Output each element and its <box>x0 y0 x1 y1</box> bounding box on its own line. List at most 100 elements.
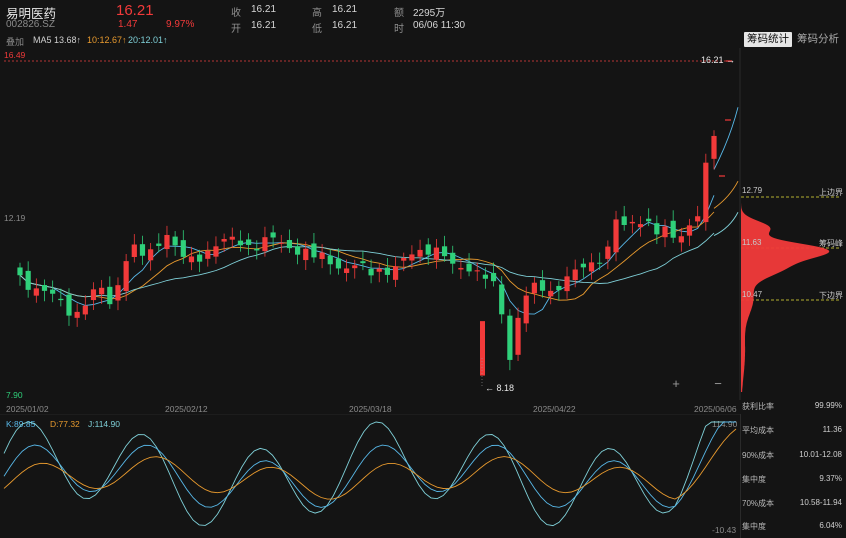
close-value: 16.21 <box>251 4 277 15</box>
open-label: 开 <box>231 24 241 35</box>
stat-value: 10.01-12.08 <box>799 450 842 459</box>
overlay-button[interactable]: 叠加 <box>6 35 24 48</box>
chip-upper-value: 12.79 <box>742 186 763 195</box>
stat-concentration-90: 集中度 9.37% <box>742 474 842 485</box>
tab-chip-analysis[interactable]: 筹码分析 <box>794 32 842 47</box>
candle-body <box>654 223 660 235</box>
time-value: 06/06 11:30 <box>413 20 466 31</box>
moving-average-line <box>713 107 739 170</box>
candle-body <box>115 285 121 301</box>
candle-body <box>352 265 358 269</box>
candle-body <box>629 221 635 224</box>
zoom-out-button[interactable]: − <box>710 376 726 392</box>
candle-body <box>548 290 554 297</box>
kdj-separator <box>740 414 741 538</box>
candle-body <box>621 216 627 226</box>
high-label: 高 <box>312 8 322 19</box>
candle-body <box>221 238 227 242</box>
candle-body <box>319 252 325 259</box>
candle-body <box>172 236 178 246</box>
candle-body <box>515 317 521 355</box>
stat-label: 集中度 <box>742 475 766 484</box>
candle-body <box>278 242 284 244</box>
stat-concentration-70: 集中度 6.04% <box>742 521 842 532</box>
date-label: 2025/02/12 <box>165 404 208 414</box>
candle-body <box>695 216 701 222</box>
candle-body <box>311 243 317 258</box>
candle-body <box>572 269 578 281</box>
amount-label: 额 <box>394 8 404 19</box>
stock-code: 002826.SZ <box>6 19 55 30</box>
stat-value: 10.58-11.94 <box>799 498 842 507</box>
candle-body <box>343 268 350 273</box>
candle-body <box>123 261 129 291</box>
candle-body <box>164 234 170 250</box>
chip-peak-value: 11.63 <box>742 238 762 247</box>
candle-body <box>90 289 97 301</box>
current-price: 16.21 <box>116 2 154 19</box>
candle-body <box>466 263 472 272</box>
stat-value: 11.36 <box>822 425 842 434</box>
candle-body <box>25 270 31 290</box>
tab-chip-stats[interactable]: 筹码统计 <box>744 32 792 47</box>
chip-peak-label: 筹码峰 <box>819 239 843 248</box>
stat-value: 6.04% <box>819 521 842 530</box>
candle-body <box>539 280 546 291</box>
candle-body <box>246 239 252 245</box>
candle-body <box>580 263 586 268</box>
price-change: 1.47 <box>118 19 138 30</box>
kdj-chart[interactable] <box>0 414 740 538</box>
candle-body <box>507 315 513 360</box>
kdj-line <box>3 428 737 500</box>
candle-body <box>99 287 105 295</box>
candle-body <box>213 246 219 257</box>
open-value: 16.21 <box>251 20 277 31</box>
candle-body <box>686 225 693 236</box>
moving-average-line <box>713 212 739 236</box>
candle-body <box>17 267 23 276</box>
candle-body <box>474 270 480 272</box>
price-axis-mid: 12.19 <box>4 213 26 223</box>
last-price-tag: 16.21 → <box>701 55 735 65</box>
candle-body <box>107 286 113 305</box>
candle-body <box>66 294 72 316</box>
candle-body <box>229 236 235 240</box>
candle-body <box>662 226 668 238</box>
candle-body <box>425 244 431 255</box>
candle-body <box>180 240 186 257</box>
kdj-line <box>3 421 736 527</box>
candle-body <box>556 285 562 291</box>
low-label: 低 <box>312 24 322 35</box>
date-label: 2025/03/18 <box>349 404 392 414</box>
candle-body <box>58 298 64 301</box>
candle-body <box>417 249 423 257</box>
candle-body <box>41 285 48 291</box>
candle-body <box>480 321 485 376</box>
candle-body <box>597 262 603 264</box>
low-value: 16.21 <box>332 20 358 31</box>
candle-body <box>360 261 366 264</box>
candle-body <box>295 246 301 255</box>
candle-body <box>523 295 529 324</box>
candle-body <box>188 256 195 263</box>
zoom-in-button[interactable]: + <box>668 376 684 392</box>
stat-90-cost: 90%成本 10.01-12.08 <box>742 450 842 461</box>
arrow-left-icon: ← <box>485 383 497 393</box>
candle-body <box>531 282 537 294</box>
candle-body <box>376 268 382 272</box>
candle-body <box>335 258 342 269</box>
candle-body <box>254 248 260 251</box>
candlestick-chart[interactable] <box>0 48 846 400</box>
candle-body <box>401 258 407 261</box>
stat-70-cost: 70%成本 10.58-11.94 <box>742 498 842 509</box>
stat-label: 获利比率 <box>742 402 774 411</box>
candle-body <box>678 236 684 243</box>
candle-body <box>703 162 709 223</box>
stat-label: 集中度 <box>742 522 766 531</box>
stat-profit-ratio: 获利比率 99.99% <box>742 401 842 412</box>
candle-body <box>433 247 439 260</box>
candle-body <box>409 254 415 261</box>
candle-body <box>50 289 56 294</box>
candle-body <box>139 244 146 256</box>
high-value: 16.21 <box>332 4 358 15</box>
